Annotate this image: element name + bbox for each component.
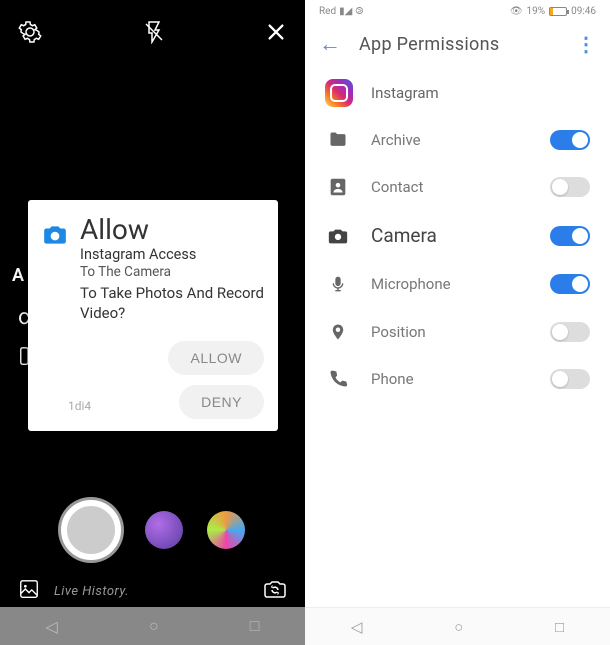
permission-dialog: Allow Instagram Access To The Camera To … [28,200,278,431]
instagram-app-icon [325,79,353,107]
location-icon [325,321,351,343]
dialog-line1: Instagram Access [80,246,264,263]
wifi-icon: ⧁ [355,6,363,17]
perm-row-position: Position [305,308,610,356]
bottom-bar: Live History. [0,577,305,605]
nav-bar-left: ◁ ○ □ [0,607,305,645]
phone-icon [325,369,351,389]
camera-permission-icon [325,225,351,247]
flash-off-icon[interactable] [142,20,166,48]
nav-home-icon[interactable]: ○ [149,616,159,636]
camera-toggle[interactable] [550,226,590,246]
nav-bar-right: ◁ ○ □ [305,607,610,645]
dialog-line2: To The Camera [80,264,264,280]
capture-controls [0,500,305,560]
battery-percent: 19% [527,6,546,17]
perm-row-microphone: Microphone [305,260,610,308]
gallery-icon[interactable] [18,578,40,604]
mode-history-label: Live History. [54,584,249,599]
nav-recent-icon[interactable]: □ [250,616,260,636]
nav-home-icon[interactable]: ○ [454,618,463,636]
status-bar: Red ▮◢ ⧁ 👁 19% 09:46 [305,0,610,23]
perm-row-contact: Contact [305,163,610,211]
instagram-camera-screen: A ∞ Allow Instagram Access To The Camera… [0,0,305,645]
dialog-line3: To Take Photos And Record Video? [80,284,264,323]
deny-button[interactable]: DENY [179,385,264,419]
microphone-toggle[interactable] [550,274,590,294]
dialog-counter: 1di4 [68,399,91,413]
contact-icon [325,176,351,198]
perm-label: Camera [371,224,530,247]
back-arrow-icon[interactable]: ← [319,31,341,57]
perm-row-archive: Archive [305,117,610,163]
contact-toggle[interactable] [550,177,590,197]
clock: 09:46 [571,6,596,17]
page-header: ← App Permissions ⋮ [305,23,610,69]
perm-row-phone: Phone [305,356,610,402]
allow-button[interactable]: ALLOW [168,341,264,375]
battery-icon [549,7,567,16]
perm-label: Position [371,323,530,341]
carrier-label: Red [319,6,336,17]
nav-back-icon[interactable]: ◁ [46,617,58,636]
perm-row-camera: Camera [305,211,610,260]
effect-button-1[interactable] [145,511,183,549]
close-icon[interactable] [265,21,287,47]
menu-dots-icon[interactable]: ⋮ [576,32,596,56]
microphone-icon [325,273,351,295]
dialog-title: Allow [80,216,264,244]
app-permissions-screen: Red ▮◢ ⧁ 👁 19% 09:46 ← App Permissions ⋮… [305,0,610,645]
phone-toggle[interactable] [550,369,590,389]
camera-icon [42,222,68,244]
nav-back-icon[interactable]: ◁ [351,618,363,636]
camera-topbar [0,0,305,58]
perm-label: Archive [371,131,530,149]
app-name-label: Instagram [371,84,439,102]
perm-label: Contact [371,178,530,196]
shutter-button[interactable] [61,500,121,560]
settings-icon[interactable] [18,20,42,48]
page-title: App Permissions [359,34,558,55]
effect-button-2[interactable] [207,511,245,549]
nav-recent-icon[interactable]: □ [555,618,564,636]
switch-camera-icon[interactable] [263,577,287,605]
perm-label: Phone [371,370,530,388]
archive-toggle[interactable] [550,130,590,150]
folder-icon [325,130,351,150]
mode-label: A [12,265,24,286]
app-header-row: Instagram [305,69,610,117]
signal-icon: ▮◢ [339,6,352,17]
eye-icon: 👁 [510,6,523,17]
perm-label: Microphone [371,275,530,293]
position-toggle[interactable] [550,322,590,342]
